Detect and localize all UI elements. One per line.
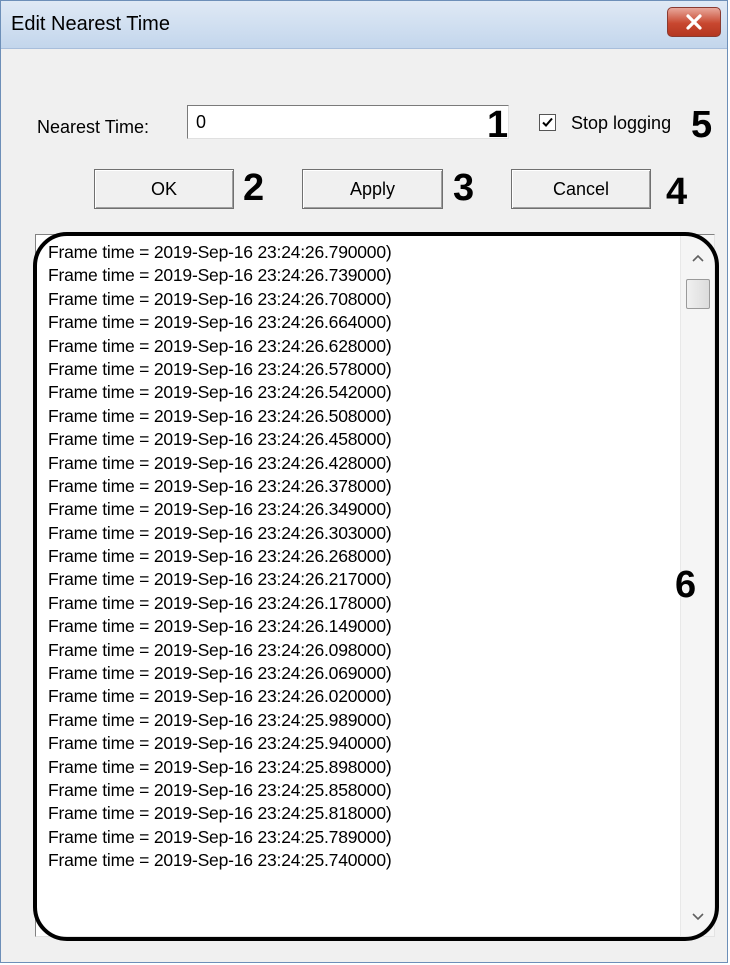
callout-6: 6	[675, 564, 697, 606]
nearest-time-label: Nearest Time:	[37, 117, 150, 137]
nearest-time-input[interactable]	[187, 105, 509, 139]
callout-1: 1	[487, 104, 509, 146]
log-line: Frame time = 2019-Sep-16 23:24:26.628000…	[48, 335, 392, 356]
log-line: Frame time = 2019-Sep-16 23:24:25.898000…	[48, 756, 392, 777]
log-line: Frame time = 2019-Sep-16 23:24:25.789000…	[48, 826, 392, 847]
callout-4: 4	[666, 171, 688, 213]
callout-3: 3	[453, 167, 475, 209]
log-line: Frame time = 2019-Sep-16 23:24:26.578000…	[48, 358, 392, 379]
log-line: Frame time = 2019-Sep-16 23:24:26.069000…	[48, 663, 392, 684]
scroll-up-arrow-icon[interactable]	[681, 243, 714, 273]
apply-button[interactable]: Apply	[302, 169, 443, 209]
log-lines: Frame time = 2019-Sep-16 23:24:26.790000…	[36, 235, 680, 936]
edit-nearest-time-dialog: Edit Nearest Time Nearest Time: 1 Stop l…	[0, 0, 728, 963]
log-line: Frame time = 2019-Sep-16 23:24:26.708000…	[48, 288, 392, 309]
log-line: Frame time = 2019-Sep-16 23:24:25.818000…	[48, 803, 392, 824]
log-line: Frame time = 2019-Sep-16 23:24:26.428000…	[48, 452, 392, 473]
callout-5: 5	[691, 104, 713, 146]
log-line: Frame time = 2019-Sep-16 23:24:26.098000…	[48, 639, 392, 660]
log-line: Frame time = 2019-Sep-16 23:24:26.378000…	[48, 475, 392, 496]
log-line: Frame time = 2019-Sep-16 23:24:26.349000…	[48, 499, 392, 520]
log-line: Frame time = 2019-Sep-16 23:24:26.217000…	[48, 569, 392, 590]
frame-log-list[interactable]: Frame time = 2019-Sep-16 23:24:26.790000…	[35, 234, 715, 937]
scroll-down-arrow-icon[interactable]	[681, 902, 714, 932]
close-icon	[686, 14, 702, 30]
log-line: Frame time = 2019-Sep-16 23:24:26.149000…	[48, 616, 392, 637]
window-title: Edit Nearest Time	[11, 13, 170, 35]
log-line: Frame time = 2019-Sep-16 23:24:26.739000…	[48, 265, 392, 286]
log-line: Frame time = 2019-Sep-16 23:24:25.740000…	[48, 850, 392, 871]
cancel-button[interactable]: Cancel	[511, 169, 651, 209]
log-line: Frame time = 2019-Sep-16 23:24:26.303000…	[48, 522, 392, 543]
title-bar[interactable]: Edit Nearest Time	[1, 1, 727, 49]
log-line: Frame time = 2019-Sep-16 23:24:26.178000…	[48, 592, 392, 613]
stop-logging-checkbox[interactable]	[539, 114, 556, 131]
log-line: Frame time = 2019-Sep-16 23:24:26.458000…	[48, 429, 392, 450]
log-line: Frame time = 2019-Sep-16 23:24:26.268000…	[48, 546, 392, 567]
log-line: Frame time = 2019-Sep-16 23:24:25.858000…	[48, 779, 392, 800]
callout-2: 2	[243, 167, 265, 209]
ok-button[interactable]: OK	[94, 169, 234, 209]
log-line: Frame time = 2019-Sep-16 23:24:26.542000…	[48, 382, 392, 403]
scroll-thumb[interactable]	[686, 279, 710, 309]
log-line: Frame time = 2019-Sep-16 23:24:25.989000…	[48, 709, 392, 730]
log-line: Frame time = 2019-Sep-16 23:24:26.508000…	[48, 405, 392, 426]
checkmark-icon	[542, 117, 553, 127]
stop-logging-label[interactable]: Stop logging	[571, 113, 671, 134]
log-line: Frame time = 2019-Sep-16 23:24:26.020000…	[48, 686, 392, 707]
close-button[interactable]	[667, 7, 721, 37]
log-line: Frame time = 2019-Sep-16 23:24:25.940000…	[48, 733, 392, 754]
log-line: Frame time = 2019-Sep-16 23:24:26.664000…	[48, 312, 392, 333]
log-line: Frame time = 2019-Sep-16 23:24:26.790000…	[48, 242, 392, 262]
